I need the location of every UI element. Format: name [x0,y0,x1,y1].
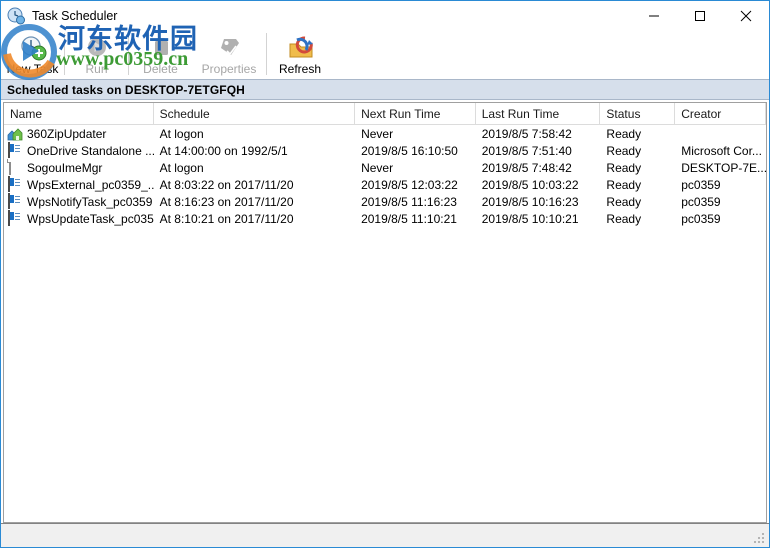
cell-name: 360ZipUpdater [4,125,154,142]
cell-status: Ready [606,143,642,158]
cell-name: SogouImeMgr [4,159,154,176]
title-bar: Task Scheduler [1,1,769,31]
cell-schedule: At 8:16:23 on 2017/11/20 [159,194,294,209]
cell-last-run-time: 2019/8/5 7:58:42 [481,126,572,141]
resize-grip[interactable] [754,533,766,545]
clock-icon [7,7,25,25]
cell-name: WpsNotifyTask_pc0359 [4,193,154,210]
cell-status: Ready [606,211,642,226]
delete-icon [146,34,176,62]
new-task-icon [18,34,48,62]
properties-label: Properties [201,62,257,76]
column-header[interactable]: Last Run Time [476,103,601,124]
column-header-row: Name Schedule Next Run Time Last Run Time St… [4,103,766,125]
cell-next-run-time: 2019/8/5 16:10:50 [361,143,458,158]
table-row[interactable]: WpsNotifyTask_pc0359 At 8:16:23 on 2017/1… [4,193,766,210]
cell-creator: pc0359 [681,194,721,209]
column-header[interactable]: Next Run Time [355,103,476,124]
refresh-icon [285,34,315,62]
cell-last-run-time: 2019/8/5 10:16:23 [481,194,579,209]
zip-updater-icon [7,126,23,142]
window-title: Task Scheduler [32,9,118,23]
new-task-label: New Task [6,62,59,76]
task-name-label: WpsExternal_pc0359_... [27,177,154,192]
close-icon [740,10,752,22]
cell-status: Ready [606,126,642,141]
cell-schedule: At 8:03:22 on 2017/11/20 [159,177,294,192]
cell-schedule: At logon [159,160,204,175]
cell-status: Ready [606,177,642,192]
cell-last-run-time: 2019/8/5 7:48:42 [481,160,572,175]
cell-schedule: At 14:00:00 on 1992/5/1 [159,143,288,158]
run-button[interactable]: Run [65,31,128,77]
delete-button[interactable]: Delete [129,31,192,77]
task-icon [7,176,23,193]
cell-schedule: At 8:10:21 on 2017/11/20 [159,211,294,226]
cell-creator: Microsoft Cor... [681,143,762,158]
status-banner: Scheduled tasks on DESKTOP-7ETGFQH [1,79,769,100]
task-name-label: SogouImeMgr [27,160,103,175]
document-icon [7,159,23,176]
table-row[interactable]: OneDrive Standalone ... At 14:00:00 on 19… [4,142,766,159]
table-row[interactable]: 360ZipUpdater At logon Never 2019/8/5 7:58:… [4,125,766,142]
new-task-button[interactable]: New Task [1,31,64,77]
task-icon [7,193,23,210]
cell-creator: DESKTOP-7E... [681,160,766,175]
task-name-label: OneDrive Standalone ... [27,143,154,158]
refresh-button[interactable]: Refresh [267,31,333,77]
cell-next-run-time: 2019/8/5 11:16:23 [361,194,457,209]
cell-last-run-time: 2019/8/5 10:03:22 [481,177,579,192]
close-button[interactable] [723,2,769,31]
task-name-label: WpsNotifyTask_pc0359 [27,194,153,209]
banner-text: Scheduled tasks on DESKTOP-7ETGFQH [7,82,245,97]
toolbar: New Task Run Delete Properties Refresh [1,31,769,79]
cell-name: WpsExternal_pc0359_... [4,176,154,193]
cell-status: Ready [606,160,642,175]
cell-status: Ready [606,194,642,209]
cell-next-run-time: 2019/8/5 12:03:22 [361,177,458,192]
cell-last-run-time: 2019/8/5 10:10:21 [481,211,579,226]
column-header[interactable]: Name [4,103,154,124]
cell-name: OneDrive Standalone ... [4,142,154,159]
status-bar [1,523,769,547]
cell-name: WpsUpdateTask_pc0359 [4,210,154,227]
task-name-label: 360ZipUpdater [27,126,107,141]
cell-creator [675,125,766,142]
table-row[interactable]: SogouImeMgr At logon Never 2019/8/5 7:48:42… [4,159,766,176]
table-row[interactable]: WpsUpdateTask_pc0359 At 8:10:21 on 2017/1… [4,210,766,227]
properties-icon [214,34,244,62]
cell-creator: pc0359 [681,177,721,192]
run-icon [82,34,112,62]
column-header[interactable]: Creator [675,103,766,124]
cell-next-run-time: Never [361,160,394,175]
task-icon [7,142,23,159]
cell-next-run-time: 2019/8/5 11:10:21 [361,211,457,226]
refresh-label: Refresh [278,62,322,76]
column-header[interactable]: Status [600,103,676,124]
task-icon [7,210,23,227]
delete-label: Delete [143,62,178,76]
column-header[interactable]: Schedule [154,103,356,124]
cell-schedule: At logon [159,126,204,141]
cell-creator: pc0359 [681,211,721,226]
minimize-icon [649,15,659,17]
task-scheduler-window: Task Scheduler New Task Run Delete Prope… [0,0,770,548]
task-name-label: WpsUpdateTask_pc0359 [27,211,154,226]
cell-last-run-time: 2019/8/5 7:51:40 [481,143,572,158]
cell-next-run-time: Never [361,126,394,141]
maximize-icon [695,11,705,21]
properties-button[interactable]: Properties [192,31,266,77]
task-list: Name Schedule Next Run Time Last Run Time St… [3,102,767,523]
task-rows: 360ZipUpdater At logon Never 2019/8/5 7:58:… [4,125,766,522]
run-label: Run [85,62,108,76]
minimize-button[interactable] [631,2,677,31]
table-row[interactable]: WpsExternal_pc0359_... At 8:03:22 on 2017… [4,176,766,193]
maximize-button[interactable] [677,2,723,31]
